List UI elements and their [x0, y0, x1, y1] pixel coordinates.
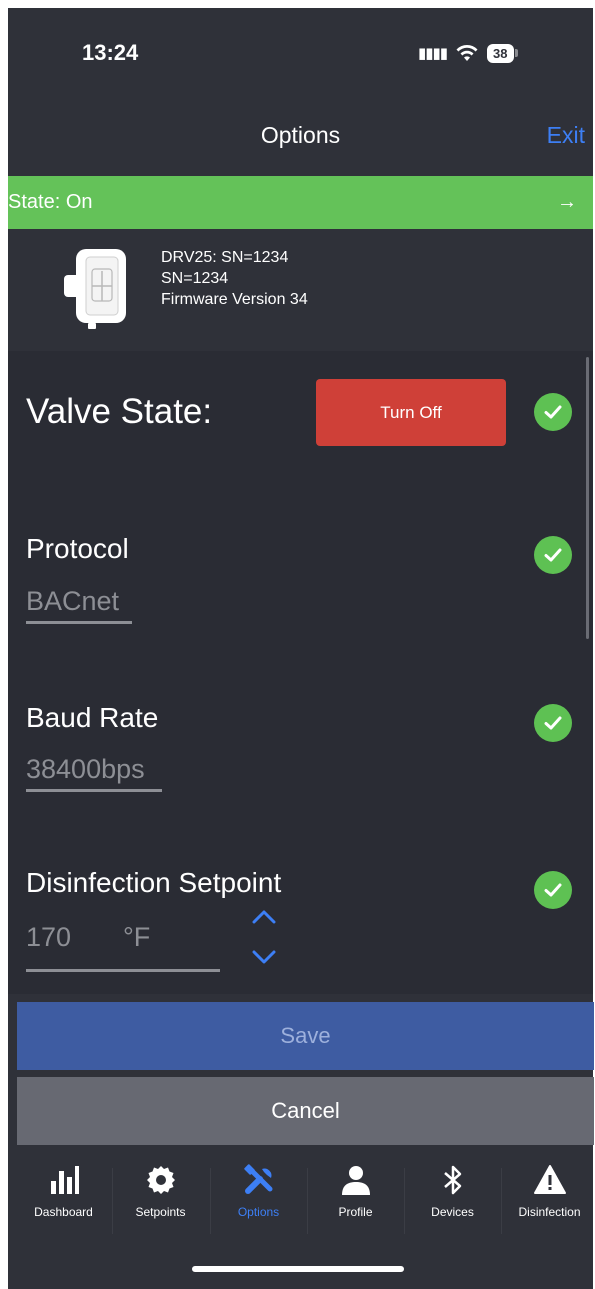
device-state-bar[interactable]: State: On → — [8, 176, 593, 229]
valve-device-image — [64, 249, 126, 329]
tab-dashboard[interactable]: Dashboard — [15, 1155, 112, 1235]
device-model: DRV25: SN=1234 — [161, 249, 289, 266]
device-state-label: State: On — [8, 191, 93, 213]
tab-setpoints[interactable]: Setpoints — [112, 1155, 209, 1235]
baud-rate-title: Baud Rate — [26, 702, 159, 733]
tab-options-label: Options — [237, 1205, 280, 1219]
wifi-icon — [456, 45, 478, 61]
battery-icon: 38 — [487, 43, 518, 63]
warning-icon — [533, 1165, 566, 1194]
baud-rate-check-icon — [534, 704, 572, 742]
device-info-card: DRV25: SN=1234 SN=1234 Firmware Version … — [8, 229, 593, 351]
page-title: Options — [260, 122, 341, 148]
baud-rate-underline — [26, 789, 162, 792]
tab-dashboard-label: Dashboard — [34, 1205, 93, 1219]
tab-profile[interactable]: Profile — [307, 1155, 404, 1235]
tab-devices-label: Devices — [431, 1205, 474, 1219]
disinfection-setpoint-input[interactable]: 170 — [26, 922, 71, 953]
save-button[interactable]: Save — [17, 1002, 594, 1070]
arrow-right-icon: → — [557, 191, 577, 213]
disinfection-setpoint-underline — [26, 969, 220, 972]
tools-icon — [243, 1164, 272, 1194]
gear-icon — [146, 1166, 175, 1194]
scrollbar[interactable] — [586, 357, 589, 639]
baud-rate-select[interactable]: 38400bps — [26, 754, 145, 785]
device-firmware: Firmware Version 34 — [161, 291, 308, 308]
protocol-select[interactable]: BACnet — [26, 586, 119, 617]
home-indicator[interactable] — [192, 1266, 404, 1272]
tab-disinfection[interactable]: Disinfection — [501, 1155, 595, 1235]
battery-level: 38 — [487, 43, 514, 63]
chevron-down-icon[interactable] — [251, 948, 277, 966]
person-icon — [341, 1166, 370, 1195]
exit-button[interactable]: Exit — [547, 122, 585, 149]
turn-off-button[interactable]: Turn Off — [316, 379, 506, 446]
protocol-title: Protocol — [26, 533, 129, 564]
tab-profile-label: Profile — [338, 1205, 373, 1219]
protocol-check-icon — [534, 536, 572, 574]
device-details: DRV25: SN=1234 SN=1234 Firmware Version … — [161, 247, 308, 310]
tab-options[interactable]: Options — [210, 1155, 307, 1235]
bar-chart-icon — [50, 1166, 79, 1194]
disinfection-setpoint-check-icon — [534, 871, 572, 909]
valve-state-label: Valve State: — [26, 392, 213, 431]
status-icons: ▮▮▮▮ 38 — [418, 38, 518, 68]
top-bar: 13:24 ▮▮▮▮ 38 Options Exit — [8, 8, 593, 176]
valve-state-check-icon — [534, 393, 572, 431]
disinfection-setpoint-title: Disinfection Setpoint — [26, 867, 282, 898]
cellular-signal-icon: ▮▮▮▮ — [418, 45, 448, 62]
disinfection-setpoint-unit: °F — [123, 922, 151, 952]
device-serial: SN=1234 — [161, 270, 229, 287]
cancel-button[interactable]: Cancel — [17, 1077, 594, 1145]
tab-devices[interactable]: Devices — [404, 1155, 501, 1235]
status-time: 13:24 — [82, 40, 139, 65]
chevron-up-icon[interactable] — [251, 908, 277, 926]
bluetooth-icon — [443, 1165, 461, 1195]
tab-disinfection-label: Disinfection — [518, 1205, 581, 1219]
tab-setpoints-label: Setpoints — [135, 1205, 186, 1219]
protocol-underline — [26, 621, 132, 624]
